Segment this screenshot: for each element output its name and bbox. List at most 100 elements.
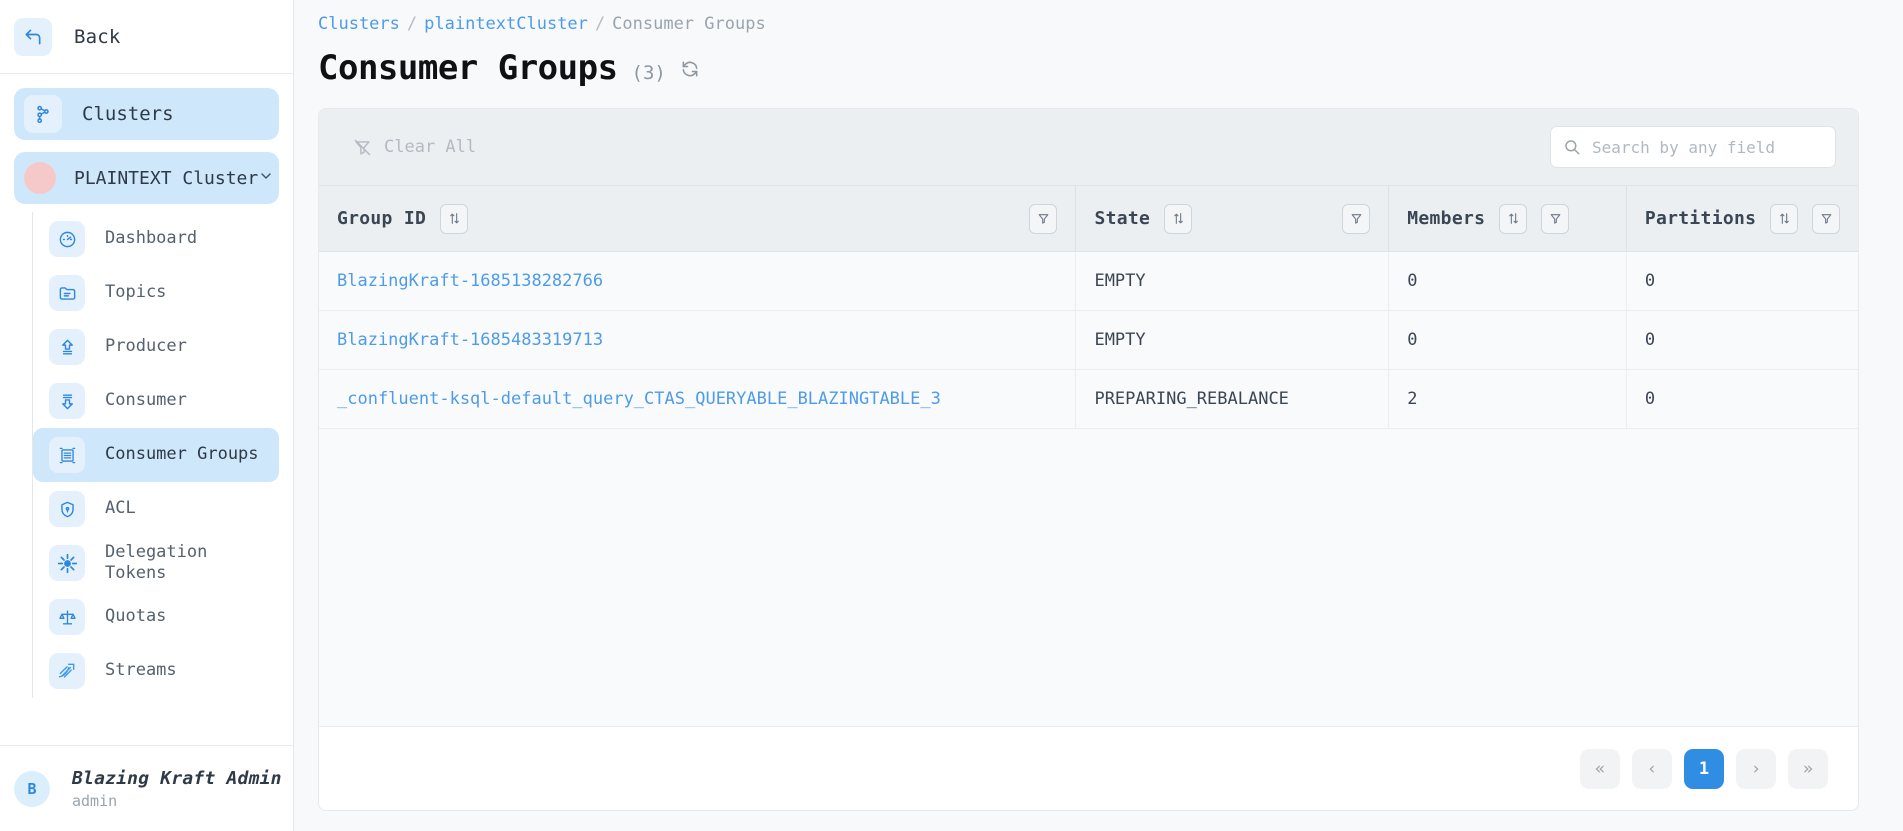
- chevron-down-icon: [258, 168, 274, 188]
- sidebar-item-producer[interactable]: Producer: [33, 320, 279, 374]
- sort-icon-partitions[interactable]: [1770, 203, 1799, 234]
- search-icon: [1563, 138, 1581, 156]
- consumer-icon: [49, 383, 85, 419]
- table-row[interactable]: BlazingKraft-1685138282766 EMPTY 0 0: [319, 251, 1858, 311]
- dashboard-icon: [49, 221, 85, 257]
- sidebar-item-dashboard[interactable]: Dashboard: [33, 212, 279, 266]
- user-text: Blazing Kraft Admin admin: [72, 768, 282, 810]
- producer-icon: [49, 329, 85, 365]
- sidebar-item-consumer[interactable]: Consumer: [33, 374, 279, 428]
- table-row[interactable]: BlazingKraft-1685483319713 EMPTY 0 0: [319, 310, 1858, 370]
- consumer-groups-icon: [49, 437, 85, 473]
- breadcrumb-item-clusters[interactable]: Clusters: [318, 14, 400, 34]
- cell-group-id: _confluent-ksql-default_query_CTAS_QUERY…: [319, 369, 1077, 429]
- group-id-link[interactable]: BlazingKraft-1685483319713: [337, 330, 603, 350]
- table-empty-space: [319, 429, 1858, 726]
- table-toolbar: Clear All: [319, 109, 1858, 185]
- cluster-status-dot: [24, 162, 56, 194]
- cell-members: 0: [1388, 310, 1627, 370]
- filter-icon-members[interactable]: [1541, 203, 1570, 234]
- sort-icon-group-id[interactable]: [440, 203, 469, 234]
- main-content: Clusters / plaintextCluster / Consumer G…: [294, 0, 1903, 831]
- sidebar-item-streams[interactable]: Streams: [33, 644, 279, 698]
- sidebar-item-consumer-label: Consumer: [105, 390, 187, 411]
- cell-partitions: 0: [1626, 369, 1858, 429]
- avatar: B: [14, 770, 50, 807]
- column-label-partitions: Partitions: [1644, 208, 1757, 229]
- sidebar-item-acl[interactable]: ACL: [33, 482, 279, 536]
- user-role: admin: [72, 791, 118, 810]
- sort-icon-state[interactable]: [1164, 203, 1193, 234]
- filter-icon-group-id[interactable]: [1029, 203, 1058, 234]
- column-header-group-id: Group ID: [319, 185, 1077, 252]
- sidebar-item-producer-label: Producer: [105, 336, 187, 357]
- filter-icon-partitions[interactable]: [1812, 203, 1841, 234]
- clear-all-button[interactable]: Clear All: [353, 137, 476, 157]
- search-wrapper: [1550, 126, 1836, 168]
- sidebar-item-dashboard-label: Dashboard: [105, 228, 198, 249]
- sidebar-item-topics-label: Topics: [105, 282, 167, 303]
- shield-icon: [49, 491, 85, 527]
- back-label: Back: [74, 25, 121, 48]
- cell-partitions: 0: [1626, 310, 1858, 370]
- back-arrow-icon: [14, 17, 52, 56]
- scales-icon: [49, 599, 85, 635]
- breadcrumb-item-plaintextcluster[interactable]: plaintextCluster: [424, 14, 588, 34]
- streams-icon: [49, 653, 85, 689]
- sidebar-item-consumer-groups[interactable]: Consumer Groups: [33, 428, 279, 482]
- pagination: « ‹ 1 › »: [319, 726, 1858, 810]
- page-title: Consumer Groups: [318, 48, 618, 88]
- consumer-groups-table: Group ID State Members Partitions Blazin…: [319, 185, 1858, 429]
- column-header-members: Members: [1388, 185, 1627, 252]
- sort-icon-members[interactable]: [1499, 203, 1528, 234]
- app-root: Back Clusters PLAINTEXT Cluster Dashboar…: [0, 0, 1903, 831]
- cell-partitions: 0: [1626, 251, 1858, 311]
- column-header-partitions: Partitions: [1626, 185, 1858, 252]
- pagination-next-button[interactable]: ›: [1736, 748, 1776, 789]
- cluster-selector[interactable]: PLAINTEXT Cluster: [14, 152, 279, 204]
- sidebar-item-streams-label: Streams: [105, 660, 177, 681]
- breadcrumb: Clusters / plaintextCluster / Consumer G…: [318, 10, 1859, 38]
- search-input[interactable]: [1592, 137, 1823, 157]
- page-header: Consumer Groups (3): [318, 48, 1859, 92]
- back-button[interactable]: Back: [0, 0, 293, 74]
- pagination-page-1[interactable]: 1: [1684, 748, 1724, 789]
- table-card: Clear All Search by any field Group ID S…: [318, 108, 1859, 811]
- pagination-prev-button[interactable]: ‹: [1632, 748, 1672, 789]
- sidebar-item-topics[interactable]: Topics: [33, 266, 279, 320]
- refresh-icon[interactable]: [680, 59, 700, 79]
- group-id-link[interactable]: BlazingKraft-1685138282766: [337, 271, 603, 291]
- sidebar-item-delegation-tokens[interactable]: Delegation Tokens: [33, 536, 279, 590]
- table-row[interactable]: _confluent-ksql-default_query_CTAS_QUERY…: [319, 369, 1858, 429]
- cluster-submenu: Dashboard Topics Producer Consumer Consu…: [32, 212, 293, 698]
- pagination-first-button[interactable]: «: [1580, 748, 1620, 789]
- cell-group-id: BlazingKraft-1685483319713: [319, 310, 1077, 370]
- item-count: (3): [631, 62, 666, 84]
- user-name: Blazing Kraft Admin: [72, 767, 282, 789]
- column-label-state: State: [1094, 208, 1151, 229]
- filter-icon-state[interactable]: [1342, 203, 1371, 234]
- column-label-members: Members: [1407, 208, 1486, 229]
- clear-all-label: Clear All: [384, 137, 477, 157]
- search-box[interactable]: [1550, 126, 1836, 168]
- table-head: Group ID State Members Partitions: [319, 185, 1858, 252]
- sidebar-item-clusters[interactable]: Clusters: [14, 88, 279, 140]
- pagination-last-button[interactable]: »: [1788, 748, 1828, 789]
- sidebar-item-quotas[interactable]: Quotas: [33, 590, 279, 644]
- column-header-state: State: [1075, 185, 1390, 252]
- sidebar-item-consumer-groups-label: Consumer Groups: [105, 444, 259, 465]
- breadcrumb-separator: /: [594, 14, 606, 34]
- cell-group-id: BlazingKraft-1685138282766: [319, 251, 1077, 311]
- sidebar-nav: Clusters PLAINTEXT Cluster Dashboard Top…: [0, 74, 293, 745]
- table-header-row: Group ID State Members Partitions: [319, 185, 1858, 252]
- cluster-selector-label: PLAINTEXT Cluster: [74, 167, 259, 189]
- cell-state: EMPTY: [1075, 251, 1390, 311]
- column-label-group-id: Group ID: [337, 208, 427, 229]
- group-id-link[interactable]: _confluent-ksql-default_query_CTAS_QUERY…: [337, 389, 941, 409]
- sidebar: Back Clusters PLAINTEXT Cluster Dashboar…: [0, 0, 294, 831]
- sidebar-item-delegation-tokens-label: Delegation Tokens: [105, 541, 208, 583]
- sidebar-item-clusters-label: Clusters: [82, 103, 174, 125]
- user-profile[interactable]: B Blazing Kraft Admin admin: [0, 745, 293, 831]
- cell-state: PREPARING_REBALANCE: [1075, 369, 1390, 429]
- cell-members: 2: [1388, 369, 1627, 429]
